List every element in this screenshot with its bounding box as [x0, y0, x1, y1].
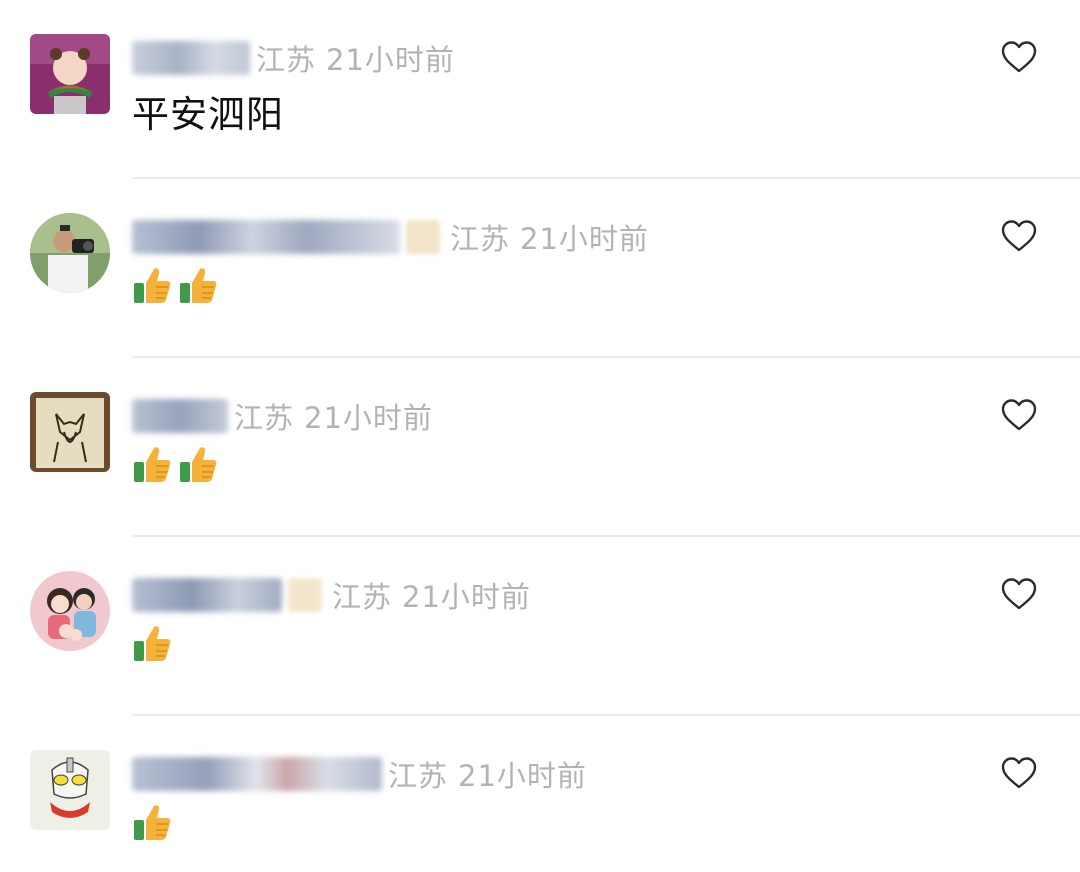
comment-list: 江苏 21小时前 平安泗阳 江苏 21小时前 江苏 21小时前 江苏 21小时前… [0, 0, 1080, 872]
avatar-cartoon-family-icon[interactable] [30, 571, 110, 651]
badge-blurred [406, 220, 440, 254]
username-blurred[interactable] [132, 41, 250, 75]
comment-item: 江苏 21小时前 [0, 537, 1080, 716]
like-heart-icon[interactable] [1001, 756, 1037, 790]
avatar-dog-drawing-icon[interactable] [30, 392, 110, 472]
thumbs-up-emoji-icon [132, 265, 172, 305]
emoji-row [132, 444, 218, 484]
comment-time: 21小时前 [458, 759, 587, 793]
comment-time: 21小时前 [402, 580, 531, 614]
avatar-ultraman-icon[interactable] [30, 750, 110, 830]
comment-item: 江苏 21小时前 [0, 179, 1080, 358]
thumbs-up-emoji-icon [178, 444, 218, 484]
comment-location: 江苏 [256, 43, 317, 77]
comment-item: 江苏 21小时前 [0, 716, 1080, 872]
comment-text: 平安泗阳 [132, 93, 284, 136]
comment-item: 江苏 21小时前 平安泗阳 [0, 0, 1080, 179]
thumbs-up-emoji-icon [178, 265, 218, 305]
comment-time: 21小时前 [520, 222, 649, 256]
comment-location: 江苏 [332, 580, 393, 614]
comment-meta: 江苏 21小时前 [132, 396, 433, 436]
comment-time: 21小时前 [304, 401, 433, 435]
username-blurred[interactable] [132, 757, 382, 791]
comment-meta: 江苏 21小时前 [132, 217, 649, 257]
comment-location: 江苏 [234, 401, 295, 435]
comment-location: 江苏 [388, 759, 449, 793]
emoji-row [132, 265, 218, 305]
emoji-row [132, 623, 172, 663]
comment-meta: 江苏 21小时前 [132, 754, 587, 794]
comment-item: 江苏 21小时前 [0, 358, 1080, 537]
comment-location: 江苏 [450, 222, 511, 256]
username-blurred[interactable] [132, 578, 282, 612]
thumbs-up-emoji-icon [132, 444, 172, 484]
emoji-row [132, 802, 172, 842]
username-blurred[interactable] [132, 399, 228, 433]
thumbs-up-emoji-icon [132, 623, 172, 663]
avatar-man-camera-icon[interactable] [30, 213, 110, 293]
like-heart-icon[interactable] [1001, 398, 1037, 432]
badge-blurred [288, 578, 322, 612]
avatar-girl-watermelon-icon[interactable] [30, 34, 110, 114]
username-blurred[interactable] [132, 220, 400, 254]
like-heart-icon[interactable] [1001, 219, 1037, 253]
comment-meta: 江苏 21小时前 [132, 575, 531, 615]
like-heart-icon[interactable] [1001, 577, 1037, 611]
comment-meta: 江苏 21小时前 [132, 38, 455, 78]
like-heart-icon[interactable] [1001, 40, 1037, 74]
thumbs-up-emoji-icon [132, 802, 172, 842]
comment-time: 21小时前 [326, 43, 455, 77]
